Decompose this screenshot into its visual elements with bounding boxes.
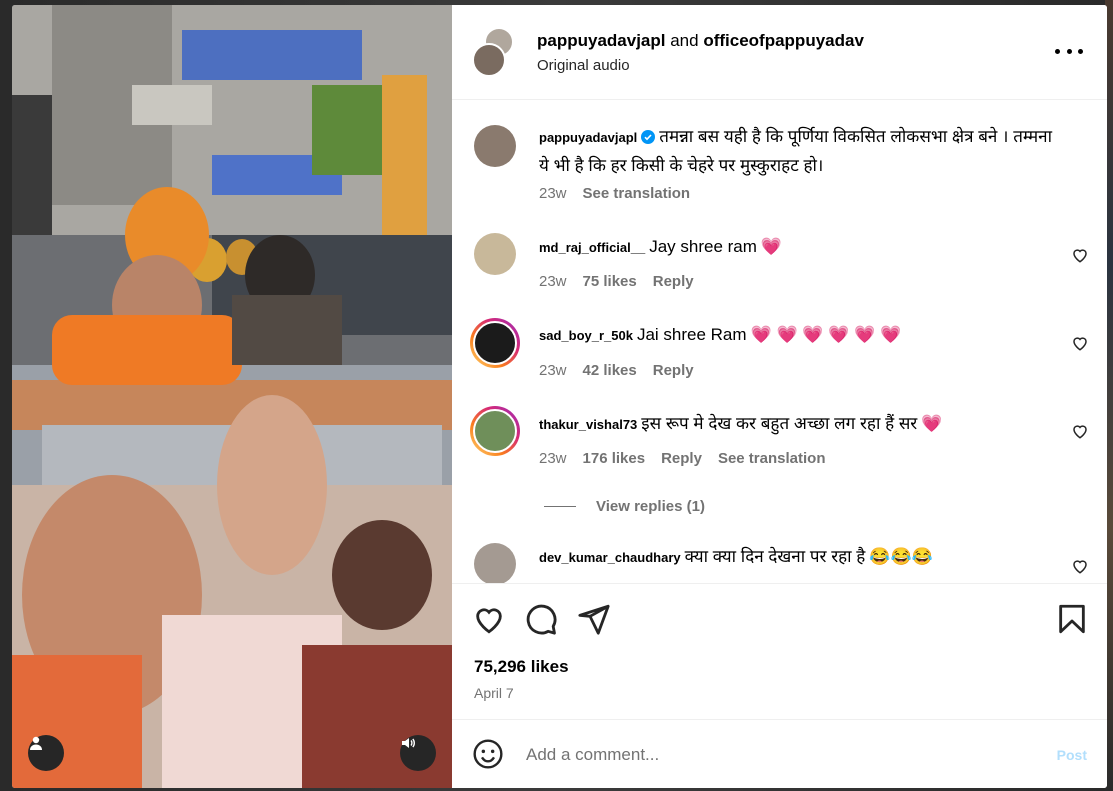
mute-toggle-button[interactable] xyxy=(400,735,436,771)
comment-icon[interactable] xyxy=(524,602,558,636)
divider-line xyxy=(544,506,576,507)
like-comment-heart-icon[interactable] xyxy=(1071,557,1089,575)
comment-username[interactable]: sad_boy_r_50k xyxy=(539,328,633,343)
post-modal: pappuyadavjapl and officeofpappuyadav Or… xyxy=(12,5,1107,788)
avatar-story-ring[interactable] xyxy=(470,406,520,456)
audio-link[interactable]: Original audio xyxy=(537,57,630,74)
see-translation-link[interactable]: See translation xyxy=(718,450,826,467)
post-header: pappuyadavjapl and officeofpappuyadav Or… xyxy=(452,5,1107,100)
avatar[interactable] xyxy=(474,233,516,275)
coauthor-link[interactable]: officeofpappuyadav xyxy=(703,31,864,50)
avatar[interactable] xyxy=(474,125,516,167)
like-comment-heart-icon[interactable] xyxy=(1071,246,1089,264)
add-comment-bar: Post xyxy=(452,719,1107,788)
more-options-button[interactable] xyxy=(1055,41,1083,61)
comment-emoji: 💗 xyxy=(921,414,943,433)
more-horizontal-icon xyxy=(1055,48,1060,54)
avatar xyxy=(472,43,506,77)
see-translation-link[interactable]: See translation xyxy=(583,185,691,202)
reel-video[interactable] xyxy=(12,5,452,788)
comment-emoji: 💗 xyxy=(760,237,783,256)
comment-username[interactable]: md_raj_official__ xyxy=(539,240,645,255)
collab-avatars[interactable] xyxy=(472,27,516,77)
avatar[interactable] xyxy=(474,543,516,583)
comment-emoji: 😂😂😂 xyxy=(869,547,933,566)
post-actions: 75,296 likes April 7 xyxy=(452,583,1107,719)
emoji-smile-icon[interactable] xyxy=(472,738,504,770)
comment-text: क्या क्या दिन देखना पर रहा है xyxy=(684,547,866,566)
comment-username[interactable]: thakur_vishal73 xyxy=(539,417,637,432)
post-button[interactable]: Post xyxy=(1057,747,1087,763)
comment-likes[interactable]: 75 likes xyxy=(583,273,637,290)
paper-plane-icon[interactable] xyxy=(577,602,611,636)
reply-button[interactable]: Reply xyxy=(653,273,694,290)
comment-time[interactable]: 23w xyxy=(539,450,567,467)
user-icon xyxy=(30,736,42,750)
comment-text: Jay shree ram xyxy=(649,237,757,256)
post-date[interactable]: April 7 xyxy=(474,685,514,701)
post-panel: pappuyadavjapl and officeofpappuyadav Or… xyxy=(452,5,1107,788)
bookmark-icon[interactable] xyxy=(1055,602,1089,636)
like-comment-heart-icon[interactable] xyxy=(1071,334,1089,352)
post-authors: pappuyadavjapl and officeofpappuyadav xyxy=(537,31,864,51)
comment-text: Jai shree Ram xyxy=(636,325,747,344)
reply-button[interactable]: Reply xyxy=(653,362,694,379)
caption-time[interactable]: 23w xyxy=(539,185,567,202)
reply-button[interactable]: Reply xyxy=(661,450,702,467)
tagged-users-button[interactable] xyxy=(28,735,64,771)
likes-count[interactable]: 75,296 likes xyxy=(474,657,569,677)
comment-likes[interactable]: 176 likes xyxy=(583,450,646,467)
view-replies-button[interactable]: View replies (1) xyxy=(544,498,705,515)
verified-badge-icon xyxy=(641,130,656,144)
like-comment-heart-icon[interactable] xyxy=(1071,422,1089,440)
heart-icon[interactable] xyxy=(472,602,506,636)
comment-username[interactable]: dev_kumar_chaudhary xyxy=(539,550,681,565)
comment-emoji: 💗 💗 💗 💗 💗 💗 xyxy=(750,325,902,344)
speaker-icon xyxy=(402,738,415,748)
author-link[interactable]: pappuyadavjapl xyxy=(537,31,665,50)
comment-time[interactable]: 23w xyxy=(539,362,567,379)
view-replies-label: View replies (1) xyxy=(596,498,705,515)
comment-likes[interactable]: 42 likes xyxy=(583,362,637,379)
avatar-story-ring[interactable] xyxy=(470,318,520,368)
comment-time[interactable]: 23w xyxy=(539,273,567,290)
comments-list[interactable]: pappuyadavjapl तमन्ना बस यही है कि पूर्णि… xyxy=(452,101,1107,583)
comment-text: इस रूप मे देख कर बहुत अच्छा लग रहा हैं स… xyxy=(641,414,918,433)
caption-username[interactable]: pappuyadavjapl xyxy=(539,130,637,145)
video-frame xyxy=(12,5,452,788)
comment-input[interactable] xyxy=(526,740,1026,770)
author-conjunction: and xyxy=(670,31,699,50)
